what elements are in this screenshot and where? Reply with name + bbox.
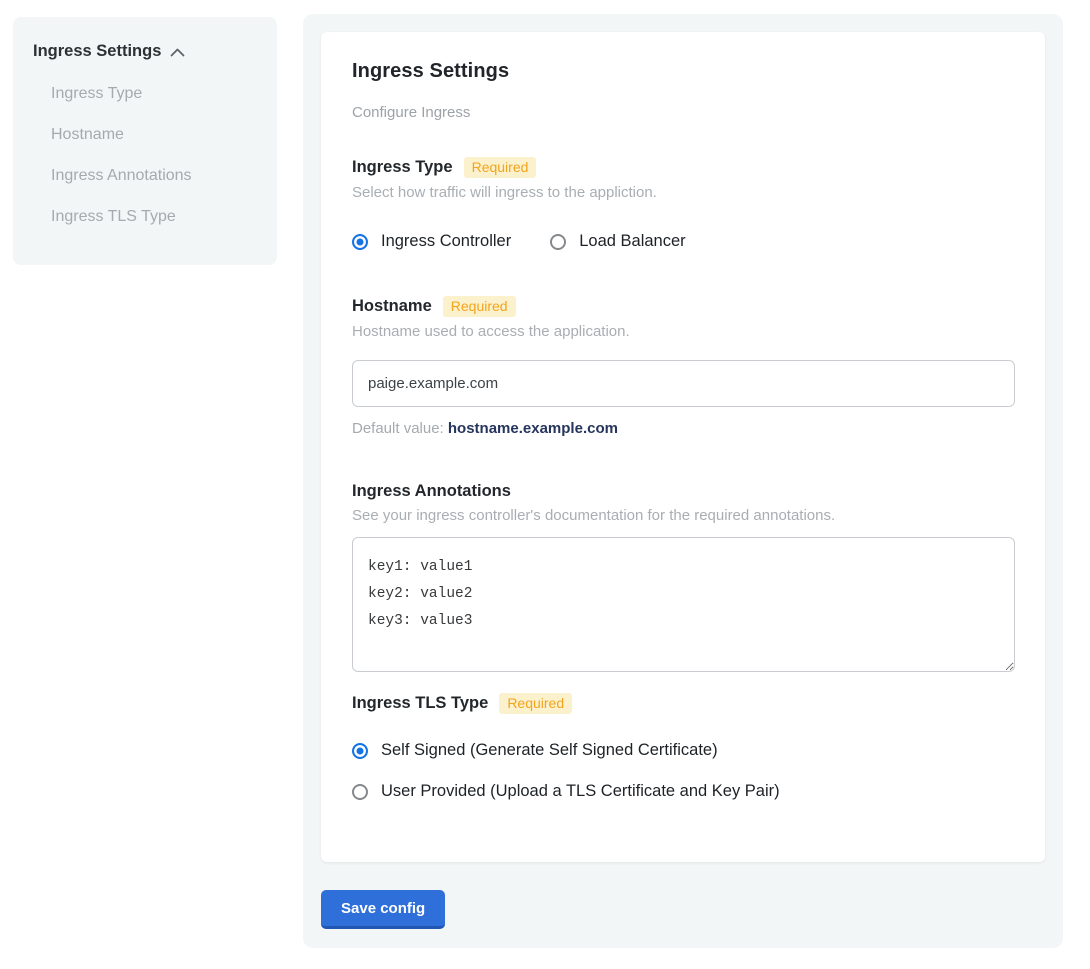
sidebar-section-title: Ingress Settings <box>33 42 161 61</box>
ingress-annotations-textarea[interactable]: key1: value1 key2: value2 key3: value3 <box>352 537 1015 672</box>
field-label-hostname: Hostname <box>352 297 432 316</box>
radio-option-self-signed[interactable]: Self Signed (Generate Self Signed Certif… <box>352 741 1014 760</box>
sidebar-section-toggle[interactable]: Ingress Settings <box>33 42 257 61</box>
radio-option-user-provided[interactable]: User Provided (Upload a TLS Certificate … <box>352 782 1014 801</box>
sidebar-item-hostname[interactable]: Hostname <box>51 126 257 144</box>
field-description-ingress-annotations: See your ingress controller's documentat… <box>352 507 1014 524</box>
hostname-input[interactable] <box>352 360 1015 407</box>
chevron-up-icon <box>170 46 185 57</box>
required-badge: Required <box>499 693 572 714</box>
settings-sidebar: Ingress Settings Ingress Type Hostname I… <box>13 17 277 265</box>
hostname-default-value-note: Default value: hostname.example.com <box>352 420 1014 437</box>
section-heading-row: Hostname Required <box>352 296 1014 317</box>
field-description-hostname: Hostname used to access the application. <box>352 323 1014 340</box>
radio-option-ingress-controller[interactable]: Ingress Controller <box>352 232 511 251</box>
required-badge: Required <box>443 296 516 317</box>
field-label-ingress-type: Ingress Type <box>352 158 453 177</box>
section-heading-row: Ingress Type Required <box>352 157 1014 178</box>
ingress-settings-card: Ingress Settings Configure Ingress Ingre… <box>321 32 1045 862</box>
required-badge: Required <box>464 157 537 178</box>
radio-selected-icon[interactable] <box>352 234 368 250</box>
page-title: Ingress Settings <box>352 60 1014 83</box>
radio-option-load-balancer[interactable]: Load Balancer <box>550 232 685 251</box>
sidebar-item-list: Ingress Type Hostname Ingress Annotation… <box>33 85 257 226</box>
section-ingress-tls-type: Ingress TLS Type Required Self Signed (G… <box>352 693 1014 801</box>
radio-unselected-icon[interactable] <box>352 784 368 800</box>
section-heading-row: Ingress TLS Type Required <box>352 693 1014 714</box>
field-label-ingress-annotations: Ingress Annotations <box>352 482 511 501</box>
field-description-ingress-type: Select how traffic will ingress to the a… <box>352 184 1014 201</box>
radio-selected-icon[interactable] <box>352 743 368 759</box>
section-ingress-type: Ingress Type Required Select how traffic… <box>352 157 1014 251</box>
section-heading-row: Ingress Annotations <box>352 482 1014 501</box>
section-hostname: Hostname Required Hostname used to acces… <box>352 296 1014 437</box>
sidebar-item-ingress-annotations[interactable]: Ingress Annotations <box>51 167 257 185</box>
sidebar-item-ingress-type[interactable]: Ingress Type <box>51 85 257 103</box>
save-config-button[interactable]: Save config <box>321 890 445 929</box>
page-subtitle: Configure Ingress <box>352 104 1014 121</box>
tls-type-radio-group: Self Signed (Generate Self Signed Certif… <box>352 741 1014 801</box>
radio-unselected-icon[interactable] <box>550 234 566 250</box>
default-value-prefix: Default value: <box>352 420 448 437</box>
section-ingress-annotations: Ingress Annotations See your ingress con… <box>352 482 1014 672</box>
sidebar-item-ingress-tls-type[interactable]: Ingress TLS Type <box>51 208 257 226</box>
settings-panel: Ingress Settings Configure Ingress Ingre… <box>303 14 1063 948</box>
default-value-text: hostname.example.com <box>448 420 618 437</box>
ingress-type-radio-group: Ingress Controller Load Balancer <box>352 232 1014 251</box>
field-label-ingress-tls-type: Ingress TLS Type <box>352 694 488 713</box>
